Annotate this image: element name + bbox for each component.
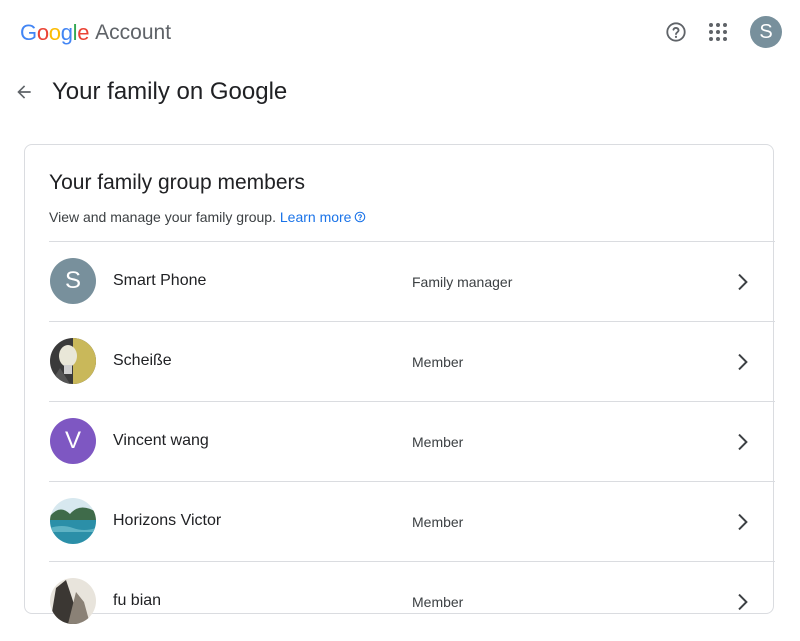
logo-letter: o (36, 20, 49, 45)
avatar-initial: V (64, 427, 81, 454)
chevron-right-icon (738, 513, 748, 531)
member-row[interactable]: fu bian Member (49, 561, 775, 641)
card-subtitle-text: View and manage your family group. (49, 209, 276, 225)
member-role: Member (412, 354, 464, 370)
member-row[interactable]: Horizons Victor Member (49, 481, 775, 561)
avatar-initial: S (64, 267, 81, 294)
member-avatar: S (50, 258, 96, 304)
google-account-logo[interactable]: Google Account (20, 19, 171, 47)
chevron-right-icon (738, 353, 748, 371)
lightbulb-photo-avatar (50, 338, 96, 384)
rock-photo (50, 578, 96, 624)
member-name: Horizons Victor (113, 512, 222, 529)
back-button[interactable] (10, 78, 38, 106)
product-name: Account (95, 21, 172, 44)
member-role: Member (412, 594, 464, 610)
members-list: S Smart Phone Family manager Scheiße Mem… (49, 241, 775, 641)
lake-photo-avatar (50, 498, 96, 544)
logo-letter: G (20, 20, 37, 45)
card-title: Your family group members (49, 171, 305, 194)
lake-photo (50, 498, 96, 544)
arrow-back-icon (17, 85, 31, 99)
google-wordmark: Google (20, 20, 89, 46)
member-row[interactable]: Scheiße Member (49, 321, 775, 401)
member-avatar: V (50, 418, 96, 464)
logo-letter: o (48, 20, 61, 45)
learn-more-label: Learn more (279, 209, 352, 225)
member-name: fu bian (113, 592, 162, 609)
help-circle-icon (666, 22, 686, 42)
apps-button[interactable] (702, 16, 734, 48)
account-avatar[interactable]: S (750, 16, 782, 48)
family-members-card: Your family group members View and manag… (24, 144, 775, 624)
learn-more-link[interactable]: Learn more (280, 209, 367, 225)
chevron-right-icon (738, 273, 748, 291)
member-row[interactable]: S Smart Phone Family manager (49, 241, 775, 321)
member-name: Vincent wang (113, 432, 209, 449)
chevron-right-icon (738, 433, 748, 451)
help-button[interactable] (660, 16, 692, 48)
member-name: Scheiße (113, 352, 172, 369)
top-bar: Google Account S (0, 0, 800, 64)
member-role: Member (412, 514, 464, 530)
help-small-icon (355, 211, 366, 223)
member-name: Smart Phone (113, 272, 207, 289)
logo-letter: g (60, 20, 73, 45)
lightbulb-photo (50, 338, 96, 384)
member-row[interactable]: V Vincent wang Member (49, 401, 775, 481)
member-role: Family manager (412, 274, 513, 290)
logo-letter: e (77, 20, 90, 45)
apps-grid-icon (709, 23, 727, 41)
rock-photo-avatar (50, 578, 96, 624)
card-subtitle: View and manage your family group. Learn… (49, 207, 366, 227)
page-title: Your family on Google (52, 78, 288, 105)
chevron-right-icon (738, 593, 748, 611)
member-role: Member (412, 434, 464, 450)
